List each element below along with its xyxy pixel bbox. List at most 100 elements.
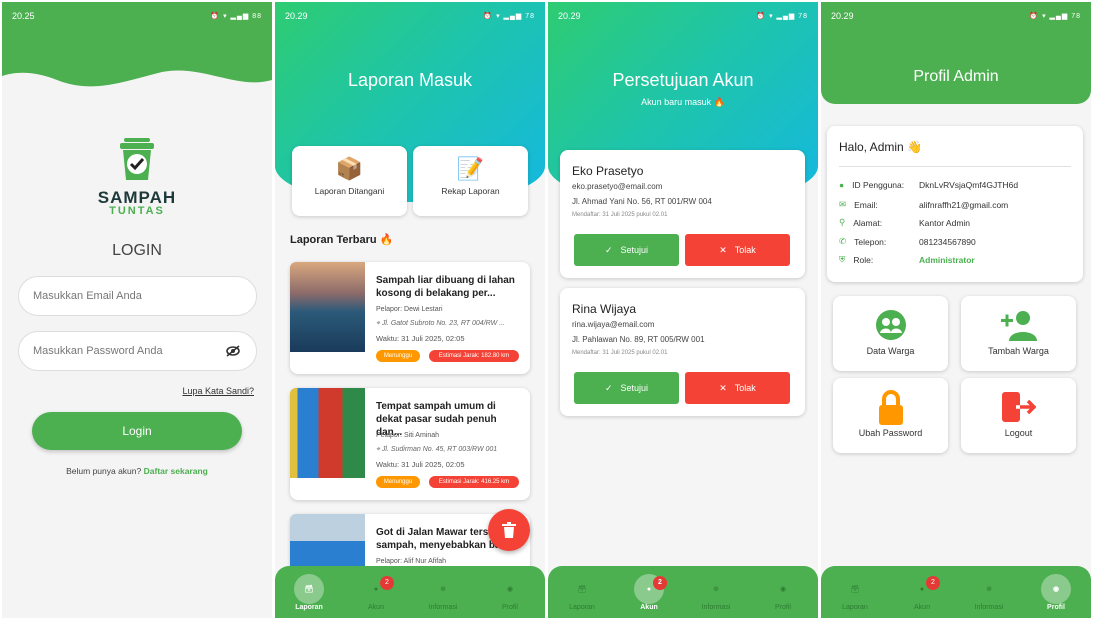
menu-label: Laporan Ditangani [314,186,385,196]
report-card[interactable]: Tempat sampah umum di dekat pasar sudah … [290,388,530,500]
nav-laporan[interactable]: 🗃 Laporan [552,574,612,611]
logout-icon [961,386,1076,428]
close-icon: ✕ [719,244,727,255]
nav-informasi[interactable]: ⊕ Informasi [413,574,473,611]
distance-badge: Estimasi Jarak: 182.80 km [429,350,519,362]
status-time: 20.29 [831,11,854,21]
approve-label: Setujui [620,383,649,393]
nav-laporan[interactable]: 🗃 Laporan [279,574,339,611]
field-label: Telepon: [854,236,887,247]
nav-akun[interactable]: ● Akun 2 [619,574,679,611]
nav-label: Informasi [428,604,458,611]
field-label: ID Pengguna: [852,180,905,190]
status-badge: Menunggu [376,350,420,362]
password-placeholder: Masukkan Password Anda [33,345,163,357]
nav-label: Laporan [295,604,323,611]
tile-ubah-password[interactable]: Ubah Password [833,378,948,453]
register-link[interactable]: Daftar sekarang [144,466,208,476]
approve-label: Setujui [620,245,649,255]
report-address-text: Jl. Sudirman No. 45, RT 003/RW 001 [381,446,498,453]
approve-button[interactable]: ✓ Setujui [574,372,679,404]
profile-icon: ◉ [1041,574,1071,604]
divider [839,166,1071,167]
inbox-icon: 🗃 [294,574,324,604]
field-label: Role: [853,254,874,265]
nav-laporan[interactable]: 🗃 Laporan [825,574,885,611]
field-value: Administrator [919,254,975,265]
status-bar: 20.29 ⏰ ▾ ▂▄▆ 78 [285,11,535,21]
report-reporter: Pelapor: Siti Aminah [376,432,440,439]
delete-fab[interactable] [488,509,530,551]
report-card[interactable]: Sampah liar dibuang di lahan kosong di b… [290,262,530,374]
status-time: 20.29 [558,11,581,21]
profile-icon: ◉ [506,586,514,593]
location-icon: ⚲ [839,217,846,227]
nav-label: Akun [368,604,384,611]
login-button[interactable]: Login [32,412,242,450]
reject-label: Tolak [734,245,756,255]
field-row: ● ID Pengguna: DknLvRVsjaQmf4GJTH6d [839,180,1018,190]
nav-badge: 2 [653,576,667,590]
greeting: Halo, Admin 👋 [839,140,922,154]
reject-label: Tolak [734,383,756,393]
nav-informasi[interactable]: ⊕ Informasi [686,574,746,611]
plus-circle-icon: ⊕ [986,586,992,593]
tile-data-warga[interactable]: Data Warga [833,296,948,371]
page-title: Laporan Masuk [347,70,473,90]
tile-tambah-warga[interactable]: Tambah Warga [961,296,1076,371]
field-row: ✆ Telepon: 081234567890 [839,236,976,247]
menu-handled-reports[interactable]: 📦 Laporan Ditangani [292,146,407,216]
field-value: DknLvRVsjaQmf4GJTH6d [919,180,1019,190]
password-input[interactable]: Masukkan Password Anda [18,331,257,371]
page-subtitle: Akun baru masuk 🔥 [641,97,725,107]
report-time: Waktu: 31 Juli 2025, 02:05 [376,460,465,469]
lock-icon [833,386,948,428]
report-title: Sampah liar dibuang di lahan kosong di b… [376,275,515,299]
nav-label: Profil [1047,604,1065,611]
account-card: Rina Wijaya rina.wijaya@email.com Jl. Pa… [560,288,805,416]
login-title: LOGIN [112,242,162,259]
approve-button[interactable]: ✓ Setujui [574,234,679,266]
nav-profil[interactable]: ◉ Profil [1026,574,1086,611]
no-account-text: Belum punya akun? [66,466,142,476]
forgot-password-link[interactable]: Lupa Kata Sandi? [182,386,254,396]
eye-off-icon[interactable] [226,345,240,357]
reject-button[interactable]: ✕ Tolak [685,372,790,404]
page-title: Persetujuan Akun [612,70,754,90]
report-address: ⌖ Jl. Gatot Subroto No. 23, RT 004/RW ..… [376,320,505,328]
field-label: Alamat: [853,217,883,228]
status-time: 20.29 [285,11,308,21]
field-row: ⛨ Role: Administrator [839,254,975,265]
nav-profil[interactable]: ◉ Profil [753,574,813,611]
menu-report-recap[interactable]: 📝 Rekap Laporan [413,146,528,216]
inbox-icon: 🗃 [577,586,587,593]
nav-profil[interactable]: ◉ Profil [480,574,540,611]
reject-button[interactable]: ✕ Tolak [685,234,790,266]
field-label: Email: [854,199,878,210]
nav-informasi[interactable]: ⊕ Informasi [959,574,1019,611]
account-address: Jl. Pahlawan No. 89, RT 005/RW 001 [572,335,705,344]
status-bar: 20.25 ⏰ ▾ ▂▄▆ 88 [12,11,262,21]
tile-label: Data Warga [866,346,915,356]
report-image [290,262,365,352]
field-row: ✉ Email: alifnraffh21@gmail.com [839,199,1008,210]
close-icon: ✕ [719,382,727,393]
email-icon: ✉ [839,199,847,209]
report-address-text: Jl. Gatot Subroto No. 23, RT 004/RW ... [381,320,505,327]
nav-label: Akun [914,604,930,611]
app-subname: TUNTAS [109,205,165,217]
nav-badge: 2 [926,576,940,590]
nav-label: Profil [502,604,518,611]
field-value: alifnraffh21@gmail.com [919,199,1009,210]
report-reporter: Pelapor: Alif Nur Afifah [376,558,447,565]
tile-logout[interactable]: Logout [961,378,1076,453]
nav-label: Laporan [842,604,868,611]
nav-akun[interactable]: ● Akun 2 [892,574,952,611]
clipboard-icon: 📝 [456,156,485,181]
nav-akun[interactable]: ● Akun 2 [346,574,406,611]
status-badge: Menunggu [376,476,420,488]
report-image [290,388,365,478]
field-value: Kantor Admin [919,217,971,228]
status-time: 20.25 [12,11,35,21]
email-input[interactable]: Masukkan Email Anda [18,276,257,316]
